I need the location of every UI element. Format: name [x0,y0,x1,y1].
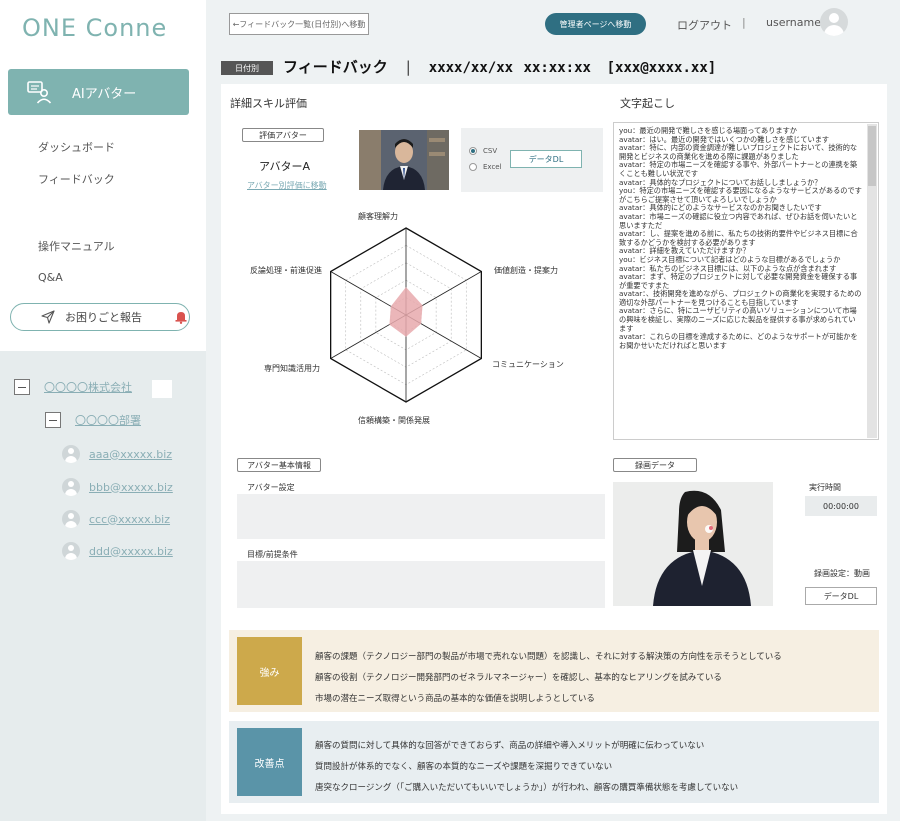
transcript-section-title: 文字起こし [620,97,675,110]
collapse-icon[interactable] [14,379,30,395]
admin-page-button[interactable]: 管理者ページへ移動 [545,13,646,35]
user-avatar-icon [62,510,80,528]
excel-radio[interactable] [469,163,477,171]
radar-axis-label: 反論処理・前進促進 [250,266,322,275]
sidebar-item-ai-avatar[interactable]: AIアバター [8,69,189,115]
feedback-date: xxxx/xx/xx [428,60,514,76]
improvement-point: 顧客の質問に対して具体的な回答ができておらず、商品の詳細や導入メリットが明確に伝… [315,741,705,751]
tree-blank-box [152,380,172,398]
page-title: フィードバック [283,58,388,76]
transcript-text: you：最近の開発で難しさを感じる場面ってありますか avatar：はい。最近の… [619,126,862,350]
sidebar-item-feedback[interactable]: フィードバック [38,171,115,187]
radar-axis-label: 専門知識活用力 [264,364,320,373]
avatar-evaluation-link[interactable]: アバター別評価に移動 [247,180,327,191]
skill-data-download-button[interactable]: データDL [510,150,582,168]
tree-department-row: 〇〇〇〇部署 [45,412,141,428]
csv-radio-label: CSV [483,147,498,155]
user-avatar-icon [62,542,80,560]
back-to-feedback-list-button[interactable]: ←フィードバック一覧(日付別)へ移動 [229,13,369,35]
tree-company-link[interactable]: 〇〇〇〇株式会社 [44,379,132,395]
strength-point: 顧客の役割（テクノロジー開発部門のゼネラルマネージャー）を確認し、基本的なヒアリ… [315,673,722,683]
logout-link[interactable]: ログアウト [677,17,732,33]
scroll-thumb[interactable] [868,126,876,186]
radar-axis-label: 信頼構築・関係発展 [358,416,430,425]
avatar-tag: 評価アバター [242,128,324,142]
tree-company-row: 〇〇〇〇株式会社 [14,379,132,395]
sidebar-item-label: AIアバター [72,86,137,102]
user-avatar-icon [62,478,80,496]
bell-icon [175,312,187,324]
strength-point: 顧客の課題（テクノロジー部門の製品が市場で売れない問題）を認識し、それに対する解… [315,652,782,662]
recording-tag: 録画データ [613,458,697,472]
sidebar-item-manual[interactable]: 操作マニュアル [38,238,115,254]
tree-user-link[interactable]: bbb@xxxxx.biz [89,481,173,494]
transcript-scrollbar[interactable] [867,124,877,438]
improvement-point: 唐突なクロージング（「ご購入いただいてもいいでしょうか」）が行われ、顧客の購買準… [315,783,739,793]
sidebar-item-qa[interactable]: Q&A [38,271,63,284]
title-divider: | [405,58,411,76]
feedback-email: [xxx@xxxx.xx] [606,60,717,76]
app-logo: ONE Conne [22,14,168,42]
csv-radio[interactable] [469,147,477,155]
goal-label: 目標/前提条件 [247,550,298,559]
strength-point: 市場の潜在ニーズ取得という商品の基本的な価値を説明しようとしている [315,694,595,704]
radar-axis-label: 顧客理解力 [358,212,398,221]
tree-user-row: aaa@xxxxx.biz [62,445,172,463]
exec-time-value: 00:00:00 [805,496,877,516]
goal-field [237,561,605,608]
tree-user-link[interactable]: aaa@xxxxx.biz [89,448,172,461]
tree-user-row: ccc@xxxxx.biz [62,510,170,528]
radar-axis-label: 価値創造・提案力 [494,266,558,275]
user-avatar-icon [62,445,80,463]
collapse-icon[interactable] [45,412,61,428]
improvements-badge: 改善点 [237,728,302,796]
username-label: username [766,16,821,29]
page-title-row: フィードバック | xxxx/xx/xx xx:xx:xx [xxx@xxxx.xx… [283,56,716,77]
basic-info-tag: アバター基本情報 [237,458,321,472]
chat-user-icon [27,81,52,104]
feedback-time: xx:xx:xx [523,60,591,76]
organization-tree: 〇〇〇〇株式会社 〇〇〇〇部署 aaa@xxxxx.biz bbb@xxxxx.… [0,351,206,821]
avatar-setting-label: アバター設定 [247,483,295,492]
exec-time-label: 実行時間 [809,483,841,492]
sidebar-item-dashboard[interactable]: ダッシュボード [38,139,115,155]
radar-axis-label: コミュニケーション [492,360,564,369]
recording-video[interactable] [613,482,773,606]
user-avatar-icon[interactable] [820,8,848,36]
skill-radar-chart [330,227,482,403]
skill-section-title: 詳細スキル評価 [230,97,307,110]
avatar-setting-field [237,494,605,539]
recording-setting-label: 録画設定：動画 [814,569,870,578]
recording-download-button[interactable]: データDL [805,587,877,605]
download-panel: CSV Excel データDL [461,128,603,192]
tree-user-row: ddd@xxxxx.biz [62,542,173,560]
trouble-report-button[interactable]: お困りごと報告 [10,303,190,331]
strengths-badge: 強み [237,637,302,705]
tree-department-link[interactable]: 〇〇〇〇部署 [75,412,141,428]
avatar-photo [359,130,449,190]
date-badge: 日付別 [221,61,273,75]
strengths-section: 強み 顧客の課題（テクノロジー部門の製品が市場で売れない問題）を認識し、それに対… [229,630,879,712]
improvement-point: 質問設計が体系的でなく、顧客の本質的なニーズや課題を深掘りできていない [315,762,613,772]
tree-user-row: bbb@xxxxx.biz [62,478,173,496]
header-separator: | [742,16,746,29]
avatar-name: アバターA [259,160,311,173]
improvements-section: 改善点 顧客の質問に対して具体的な回答ができておらず、商品の詳細や導入メリットが… [229,721,879,803]
excel-radio-label: Excel [483,163,502,171]
tree-user-link[interactable]: ccc@xxxxx.biz [89,513,170,526]
transcript-box[interactable]: you：最近の開発で難しさを感じる場面ってありますか avatar：はい。最近の… [613,122,879,440]
trouble-report-label: お困りごと報告 [65,311,142,324]
radar-score-area [389,287,423,337]
feedback-panel: 詳細スキル評価 文字起こし 評価アバター アバターA アバター別評価に移動 CS… [221,84,887,814]
tree-user-link[interactable]: ddd@xxxxx.biz [89,545,173,558]
send-icon [41,310,55,324]
